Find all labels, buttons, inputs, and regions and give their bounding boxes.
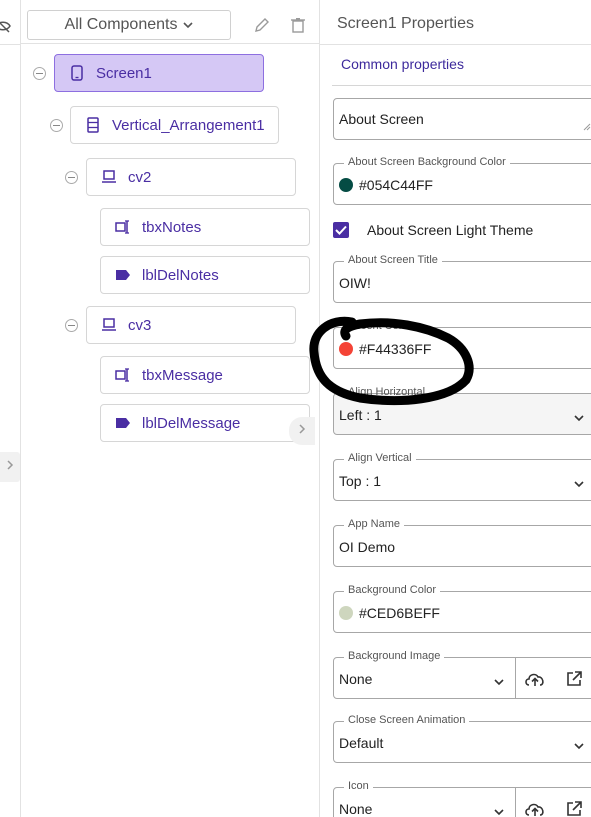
checkbox-label: About Screen Light Theme	[367, 222, 534, 238]
field-label: Align Vertical	[344, 452, 416, 464]
tree-node-lbldelmessage[interactable]: lblDelMessage	[100, 404, 310, 442]
textbox-icon	[115, 219, 131, 235]
background-color-field[interactable]: Background Color #CED6BEFF	[333, 584, 591, 633]
collapse-toggle[interactable]	[33, 67, 46, 80]
tree-node-label: cv2	[128, 168, 152, 186]
field-label: Background Image	[344, 650, 445, 662]
tree-node-screen1[interactable]: Screen1	[54, 54, 264, 92]
field-value: OI Demo	[339, 539, 396, 555]
field-label: Accent Color	[344, 320, 415, 332]
left-strip	[0, 0, 21, 817]
about-screen-background-color-field[interactable]: About Screen Background Color #054C44FF	[333, 156, 591, 205]
divider	[320, 44, 591, 45]
about-screen-title-field[interactable]: About Screen Title OIW!	[333, 254, 591, 303]
component-tree-panel: All Components Screen1 Vertical_Arrangem…	[21, 0, 320, 817]
about-screen-light-theme-row: About Screen Light Theme	[333, 222, 533, 238]
properties-title: Screen1 Properties	[337, 15, 474, 32]
resize-handle-icon[interactable]	[583, 118, 591, 136]
field-value: Top : 1	[339, 473, 382, 489]
tree-node-vertical-arrangement1[interactable]: Vertical_Arrangement1	[70, 106, 279, 144]
field-label: Align Horizontal	[348, 386, 426, 398]
light-theme-checkbox[interactable]	[333, 222, 349, 238]
color-swatch	[339, 606, 353, 620]
delete-trash-icon[interactable]	[289, 16, 307, 34]
chevron-down-icon	[574, 475, 584, 493]
chevron-down-icon[interactable]	[494, 673, 504, 691]
expand-panel-button[interactable]	[0, 452, 20, 482]
tree-node-label: lblDelNotes	[142, 266, 219, 284]
open-external-icon[interactable]	[563, 668, 585, 690]
textbox-icon	[115, 367, 131, 383]
card-view-icon	[101, 169, 117, 185]
upload-cloud-icon[interactable]	[524, 668, 546, 690]
chevron-down-icon[interactable]	[494, 803, 504, 817]
tree-node-label: tbxNotes	[142, 218, 202, 236]
component-filter-label: All Components	[64, 16, 178, 33]
field-value: OIW!	[339, 275, 371, 291]
color-swatch	[339, 178, 353, 192]
background-image-field: Background Image None	[333, 650, 591, 699]
chevron-down-icon	[574, 409, 584, 427]
field-label: About Screen Background Color	[344, 156, 510, 168]
app-name-field[interactable]: App Name OI Demo	[333, 518, 591, 567]
about-screen-value: About Screen	[339, 111, 424, 127]
tree-node-tbxnotes[interactable]: tbxNotes	[100, 208, 310, 246]
icon-field: Icon None	[333, 780, 591, 817]
field-value: Left : 1	[339, 407, 382, 423]
vertical-arrangement-icon	[85, 117, 101, 133]
accent-color-field[interactable]: Accent Color #F44336FF	[333, 320, 591, 369]
chevron-down-icon	[574, 737, 584, 755]
tree-node-cv3[interactable]: cv3	[86, 306, 296, 344]
color-swatch	[339, 342, 353, 356]
divider	[515, 788, 516, 817]
field-label: Close Screen Animation	[344, 714, 470, 726]
collapse-toggle[interactable]	[50, 119, 63, 132]
open-external-icon[interactable]	[563, 798, 585, 817]
tree-node-label: tbxMessage	[142, 366, 223, 384]
color-value: #F44336FF	[359, 341, 432, 357]
visibility-off-icon[interactable]	[0, 17, 12, 35]
tree-node-label: cv3	[128, 316, 152, 334]
color-value: #054C44FF	[359, 177, 433, 193]
field-label: Icon	[344, 780, 373, 792]
field-label: Background Color	[344, 584, 441, 596]
field-label: About Screen Title	[344, 254, 442, 266]
tree-node-tbxmessage[interactable]: tbxMessage	[100, 356, 310, 394]
common-properties-tab[interactable]: Common properties	[341, 56, 464, 72]
upload-cloud-icon[interactable]	[524, 798, 546, 817]
phone-icon	[69, 65, 85, 81]
about-screen-textarea[interactable]: About Screen	[333, 98, 591, 140]
field-value[interactable]: None	[339, 801, 372, 817]
label-icon	[115, 415, 131, 431]
field-label: App Name	[344, 518, 404, 530]
field-value[interactable]: None	[339, 671, 372, 687]
align-horizontal-select[interactable]: Align Horizontal Left : 1	[333, 386, 591, 435]
chevron-right-icon	[297, 422, 307, 440]
properties-panel: Screen1 Properties Common properties Abo…	[320, 0, 591, 817]
tree-node-cv2[interactable]: cv2	[86, 158, 296, 196]
chevron-right-icon	[5, 458, 15, 476]
divider	[0, 44, 21, 45]
tree-node-label: lblDelMessage	[142, 414, 241, 432]
align-vertical-select[interactable]: Align Vertical Top : 1	[333, 452, 591, 501]
color-value: #CED6BEFF	[359, 605, 440, 621]
tree-toolbar: All Components	[21, 0, 320, 44]
chevron-down-icon	[183, 16, 194, 34]
collapse-toggle[interactable]	[65, 171, 78, 184]
collapse-toggle[interactable]	[65, 319, 78, 332]
close-screen-animation-select[interactable]: Close Screen Animation Default	[333, 714, 591, 763]
divider	[515, 658, 516, 698]
tree-node-label: Screen1	[96, 64, 152, 82]
card-view-icon	[101, 317, 117, 333]
field-value: Default	[339, 735, 384, 751]
divider	[332, 85, 591, 86]
open-properties-button[interactable]	[289, 417, 315, 445]
label-icon	[115, 267, 131, 283]
tree-node-label: Vertical_Arrangement1	[112, 116, 265, 134]
component-filter-dropdown[interactable]: All Components	[27, 10, 231, 40]
rename-pencil-icon[interactable]	[253, 16, 271, 34]
tree-node-lbldelnotes[interactable]: lblDelNotes	[100, 256, 310, 294]
